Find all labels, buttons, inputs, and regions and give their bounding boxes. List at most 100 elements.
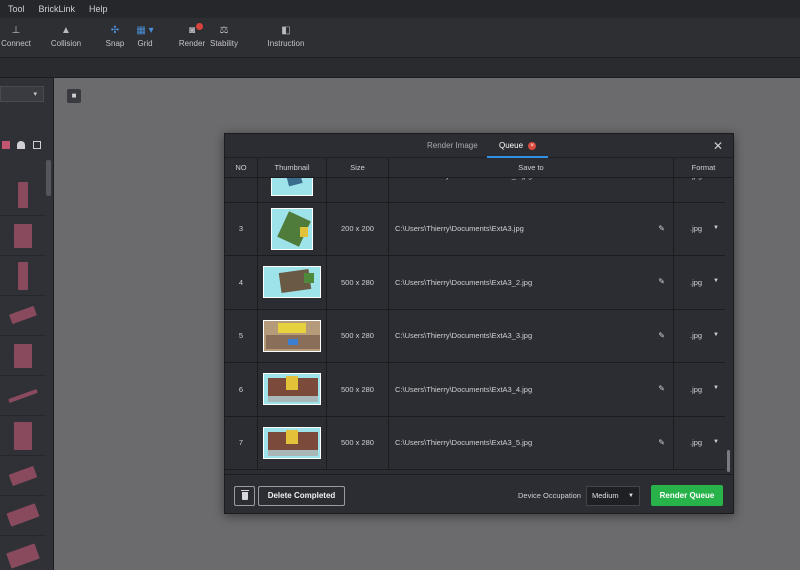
- part-item[interactable]: [0, 536, 46, 570]
- color-filter-icon[interactable]: [2, 141, 10, 149]
- table-row[interactable]: 5 500 x 280 C:\Users\Thierry\Documents\E…: [225, 309, 725, 363]
- row-number: 3: [225, 202, 258, 255]
- stability-icon: ⚖: [219, 25, 229, 36]
- collision-icon: ▲: [61, 25, 71, 36]
- part-item[interactable]: [0, 216, 46, 256]
- stability-label: Stability: [209, 39, 238, 48]
- connect-button[interactable]: ⊥ Connect: [0, 24, 32, 48]
- collision-button[interactable]: ▲ Collision: [48, 24, 84, 48]
- brick-thumbnail: [18, 262, 28, 290]
- model-detail: [304, 273, 314, 284]
- tab-render-image[interactable]: Render Image: [427, 134, 478, 158]
- tab-render-image-label: Render Image: [427, 141, 478, 150]
- format-select[interactable]: .jpg ▼: [674, 310, 725, 363]
- instruction-button[interactable]: ◧ Instruction: [264, 24, 308, 48]
- save-path: C:\Users\Thierry\Documents\ExtA3_3.jpg: [395, 331, 533, 341]
- size-cell: 500 x 280: [327, 416, 389, 469]
- part-item[interactable]: [0, 256, 46, 296]
- scrollbar-thumb[interactable]: [727, 450, 730, 472]
- part-item[interactable]: [0, 456, 46, 496]
- part-item[interactable]: [0, 376, 46, 416]
- grid-label: Grid: [137, 39, 153, 48]
- model-preview: [278, 322, 306, 333]
- render-button[interactable]: ◙ Render: [178, 23, 206, 48]
- device-occupation-label: Device Occupation: [518, 491, 581, 500]
- edit-icon[interactable]: ✎: [658, 438, 665, 447]
- format-select[interactable]: .jpg ▼: [674, 363, 725, 416]
- brick-thumbnail: [9, 305, 37, 325]
- table-row[interactable]: 4 500 x 280 C:\Users\Thierry\Documents\E…: [225, 256, 725, 310]
- chevron-down-icon: ▼: [713, 224, 719, 231]
- render-queue-button[interactable]: Render Queue: [651, 485, 723, 506]
- menu-help[interactable]: Help: [89, 4, 108, 14]
- render-thumbnail: [263, 319, 321, 352]
- dialog-footer: Delete Completed Device Occupation Mediu…: [225, 474, 733, 513]
- render-thumbnail: [263, 373, 321, 406]
- format-value: .jpg: [690, 331, 703, 341]
- close-icon[interactable]: ✕: [713, 139, 723, 153]
- chevron-down-icon: ▼: [713, 438, 719, 445]
- snap-label: Snap: [105, 39, 125, 48]
- table-row[interactable]: 3 200 x 200 C:\Users\Thierry\Documents\E…: [225, 202, 725, 256]
- thumbnail-cell: [258, 416, 327, 469]
- delete-selected-button[interactable]: [234, 486, 255, 506]
- edit-icon[interactable]: ✎: [658, 384, 665, 393]
- table-row[interactable]: 6 500 x 280 C:\Users\Thierry\Documents\E…: [225, 363, 725, 417]
- save-path: C:\Users\Thierry\Documents\ExtA3_5.jpg: [395, 438, 533, 448]
- size-cell: 500 x 280: [327, 256, 389, 309]
- brick-thumbnail: [14, 224, 32, 248]
- parts-category-dropdown[interactable]: ▾: [0, 86, 44, 102]
- model-detail: [268, 449, 318, 456]
- queue-rows: 2 200 x 200 C:\Users\Thierry\Documents\E…: [225, 158, 725, 470]
- column-header-no: NO: [225, 158, 258, 178]
- save-path-cell: C:\Users\Thierry\Documents\ExtA3.jpg ✎: [389, 202, 674, 255]
- device-occupation-value: Medium: [592, 491, 619, 500]
- column-header-save-to: Save to: [389, 158, 674, 178]
- save-path: C:\Users\Thierry\Documents\ExtA3_4.jpg: [395, 384, 533, 394]
- model-detail: [268, 396, 318, 403]
- shape-filter-icon[interactable]: [17, 141, 25, 149]
- column-header-size: Size: [327, 158, 389, 178]
- part-item[interactable]: [0, 496, 46, 536]
- tab-queue[interactable]: Queue ×: [487, 134, 549, 158]
- format-select[interactable]: .jpg ▼: [674, 203, 725, 256]
- tab-queue-label: Queue: [499, 141, 524, 150]
- video-camera-icon[interactable]: ■: [67, 89, 81, 103]
- stability-button[interactable]: ⚖ Stability: [208, 24, 240, 48]
- part-item[interactable]: [0, 296, 46, 336]
- row-number: 5: [225, 309, 258, 362]
- model-detail: [288, 338, 298, 345]
- render-label: Render: [178, 39, 206, 48]
- save-path-cell: C:\Users\Thierry\Documents\ExtA3_3.jpg ✎: [389, 309, 674, 362]
- device-occupation-select[interactable]: Medium ▼: [586, 486, 640, 506]
- chevron-down-icon: ▼: [713, 331, 719, 338]
- delete-completed-button[interactable]: Delete Completed: [258, 486, 345, 506]
- grid-button[interactable]: ▦ ▾ Grid: [134, 24, 156, 48]
- thumbnail-cell: [258, 363, 327, 416]
- edit-icon[interactable]: ✎: [658, 224, 665, 233]
- table-row[interactable]: 7 500 x 280 C:\Users\Thierry\Documents\E…: [225, 416, 725, 470]
- brick-thumbnail: [6, 543, 40, 569]
- part-item[interactable]: [0, 416, 46, 456]
- queue-scrollbar[interactable]: [725, 178, 733, 474]
- parts-scrollbar[interactable]: [46, 160, 51, 196]
- edit-icon[interactable]: ✎: [658, 331, 665, 340]
- row-number: 4: [225, 256, 258, 309]
- dialog-tabs: Render Image Queue × ✕: [225, 134, 733, 158]
- format-select[interactable]: .jpg ▼: [674, 417, 725, 470]
- connect-label: Connect: [1, 39, 31, 48]
- size-cell: 200 x 200: [327, 202, 389, 255]
- snap-button[interactable]: ✣ Snap: [104, 24, 126, 48]
- menu-bar: Tool BrickLink Help: [0, 0, 800, 18]
- model-detail: [286, 376, 298, 391]
- snap-icon: ✣: [110, 25, 120, 36]
- render-thumbnail: [263, 266, 321, 299]
- thumbnail-cell: [258, 256, 327, 309]
- format-select[interactable]: .jpg ▼: [674, 256, 725, 309]
- edit-icon[interactable]: ✎: [658, 277, 665, 286]
- part-item[interactable]: [0, 176, 46, 216]
- grid-view-icon[interactable]: [33, 141, 41, 149]
- part-item[interactable]: [0, 336, 46, 376]
- menu-bricklink[interactable]: BrickLink: [39, 4, 76, 14]
- menu-tool[interactable]: Tool: [8, 4, 25, 14]
